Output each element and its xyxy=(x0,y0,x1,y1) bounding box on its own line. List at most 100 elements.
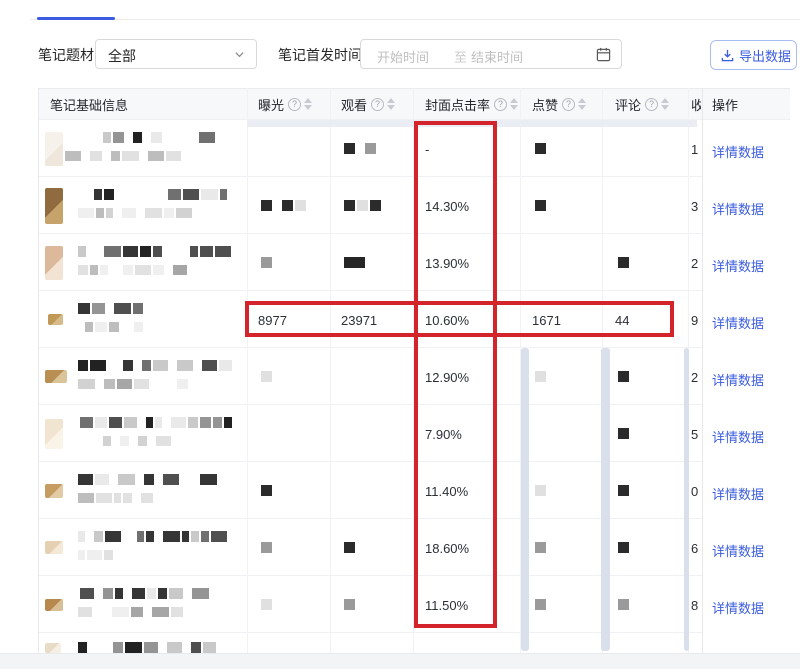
redacted-text xyxy=(95,417,107,428)
sort-up-caret xyxy=(510,98,518,103)
redacted-text xyxy=(203,642,216,653)
sort-carets-icon[interactable] xyxy=(661,98,669,110)
cell-comments: 44 xyxy=(615,313,629,328)
cell-views: 23971 xyxy=(341,313,377,328)
redacted-text xyxy=(112,607,129,617)
sort-carets-icon[interactable] xyxy=(304,98,312,110)
detail-link[interactable]: 详情数据 xyxy=(712,484,764,503)
row-divider xyxy=(38,347,790,348)
help-icon[interactable]: ? xyxy=(288,98,301,111)
detail-link[interactable]: 详情数据 xyxy=(712,541,764,560)
col-header-label: 评论 xyxy=(615,95,641,114)
redacted-text xyxy=(182,531,189,542)
analytics-page: 笔记题材 全部 笔记首发时间 开始时间 至 结束时间 导出数据 笔记基础信息曝光… xyxy=(0,0,800,669)
redacted-value xyxy=(618,542,629,553)
sort-carets-icon[interactable] xyxy=(578,98,586,110)
redacted-text xyxy=(164,208,174,218)
col-header-label: 点赞 xyxy=(532,95,558,114)
redacted-text xyxy=(192,588,209,599)
detail-link[interactable]: 详情数据 xyxy=(712,313,764,332)
export-data-button[interactable]: 导出数据 xyxy=(710,40,797,70)
redacted-text xyxy=(104,189,114,200)
redacted-text xyxy=(201,531,209,542)
redacted-text xyxy=(153,265,164,275)
redacted-text xyxy=(146,531,154,542)
col-header-views[interactable]: 观看? xyxy=(330,88,413,120)
redacted-value xyxy=(618,428,629,439)
cell-ctr: - xyxy=(425,142,429,157)
redacted-text xyxy=(109,322,119,332)
note-thumbnail xyxy=(45,246,63,280)
bottom-scroll-area[interactable] xyxy=(0,653,800,669)
help-icon[interactable]: ? xyxy=(645,98,658,111)
sort-carets-icon[interactable] xyxy=(510,98,518,110)
note-thumbnail xyxy=(45,370,67,383)
help-icon[interactable]: ? xyxy=(494,98,507,111)
col-header-ctr[interactable]: 封面点击率? xyxy=(413,88,520,120)
col-header-label: 操作 xyxy=(712,95,738,114)
note-thumbnail xyxy=(45,643,61,653)
redacted-text xyxy=(104,246,121,257)
date-start-input[interactable]: 开始时间 xyxy=(377,47,429,66)
redacted-text xyxy=(117,379,132,389)
redacted-text xyxy=(200,246,213,257)
redacted-text xyxy=(191,642,201,653)
detail-link[interactable]: 详情数据 xyxy=(712,199,764,218)
date-end-input[interactable]: 结束时间 xyxy=(471,47,523,66)
redacted-text xyxy=(78,303,90,314)
col-header-likes[interactable]: 点赞? xyxy=(520,88,602,120)
topic-select[interactable]: 全部 xyxy=(95,39,257,69)
redacted-text xyxy=(171,417,186,428)
redacted-value xyxy=(365,143,376,154)
redacted-text xyxy=(134,322,143,332)
redacted-text xyxy=(200,417,211,428)
sort-carets-icon[interactable] xyxy=(387,98,395,110)
column-scroll-stripe xyxy=(601,348,610,651)
col-header-collects[interactable]: 收藏? xyxy=(688,88,701,120)
detail-link[interactable]: 详情数据 xyxy=(712,142,764,161)
detail-link[interactable]: 详情数据 xyxy=(712,370,764,389)
redacted-value xyxy=(535,371,546,382)
horizontal-scroll-track[interactable] xyxy=(247,120,697,127)
redacted-value xyxy=(261,485,272,496)
redacted-text xyxy=(92,303,105,314)
redacted-text xyxy=(151,132,162,143)
col-header-label: 封面点击率 xyxy=(425,95,490,114)
redacted-text xyxy=(146,417,153,428)
redacted-value xyxy=(535,200,546,211)
redacted-text xyxy=(220,189,227,200)
redacted-text xyxy=(78,531,85,542)
help-icon[interactable]: ? xyxy=(371,98,384,111)
column-divider xyxy=(330,88,331,653)
redacted-text xyxy=(156,436,171,446)
redacted-text xyxy=(113,642,123,653)
redacted-text xyxy=(125,642,142,653)
col-header-comments[interactable]: 评论? xyxy=(602,88,688,120)
sort-down-caret xyxy=(304,105,312,110)
redacted-value xyxy=(618,599,629,610)
detail-link[interactable]: 详情数据 xyxy=(712,598,764,617)
note-thumbnail xyxy=(45,188,63,224)
redacted-text xyxy=(152,607,169,617)
redacted-text xyxy=(137,531,144,542)
redacted-text xyxy=(219,360,232,371)
redacted-text xyxy=(171,607,183,617)
detail-link[interactable]: 详情数据 xyxy=(712,256,764,275)
redacted-text xyxy=(90,360,106,371)
redacted-text xyxy=(213,417,222,428)
redacted-text xyxy=(120,436,129,446)
date-filter-label: 笔记首发时间 xyxy=(278,46,362,64)
redacted-text xyxy=(142,360,151,371)
redacted-value xyxy=(618,257,629,268)
column-divider xyxy=(413,88,414,653)
redacted-value xyxy=(618,371,629,382)
col-header-exposure[interactable]: 曝光? xyxy=(247,88,330,120)
date-range-picker[interactable]: 开始时间 至 结束时间 xyxy=(360,39,622,69)
detail-link[interactable]: 详情数据 xyxy=(712,427,764,446)
redacted-text xyxy=(103,588,113,599)
redacted-text xyxy=(106,208,113,218)
redacted-text xyxy=(78,642,87,653)
redacted-text xyxy=(138,436,147,446)
help-icon[interactable]: ? xyxy=(562,98,575,111)
redacted-value xyxy=(344,542,355,553)
